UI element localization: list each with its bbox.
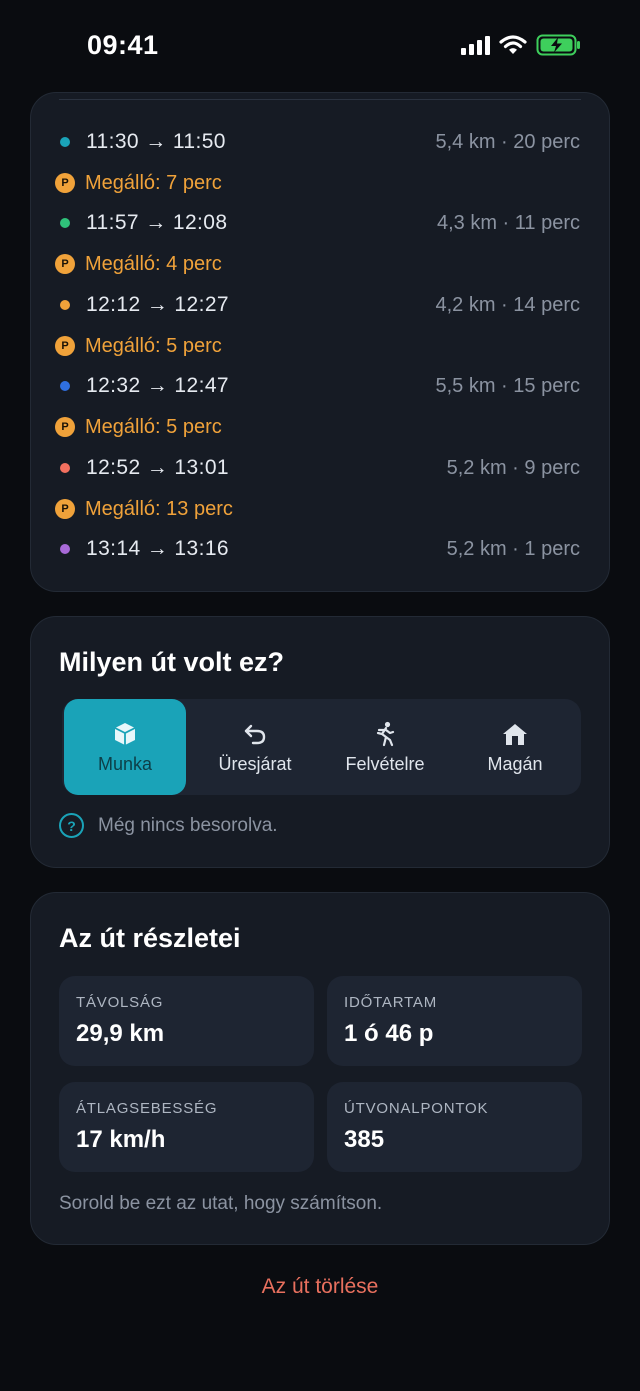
segment-distance-duration: 4,2 km · 14 perc	[435, 293, 580, 316]
parking-stop-icon: P	[55, 173, 75, 193]
delete-trip-button[interactable]: Az út törlése	[0, 1275, 640, 1299]
option-label: Magán	[487, 753, 543, 774]
trip-timeline-card: 11:30 → 11:50 5,4 km · 20 perc P Megálló:…	[30, 92, 610, 592]
timeline-segment: 11:57 → 12:08 4,3 km · 11 perc	[59, 203, 580, 243]
segment-color-dot	[60, 137, 70, 147]
stat-distance: TÁVOLSÁG 29,9 km	[59, 976, 314, 1066]
segment-distance-duration: 5,5 km · 15 perc	[435, 374, 580, 397]
segment-time: 13:14 → 13:16	[86, 537, 229, 560]
status-icons	[461, 34, 582, 56]
stop-label: Megálló: 5 perc	[85, 415, 222, 438]
stat-average-speed: ÁTLAGSEBESSÉG 17 km/h	[59, 1082, 314, 1172]
timeline-stop: P Megálló: 5 perc	[55, 407, 580, 447]
segment-time: 11:57 → 12:08	[86, 211, 228, 234]
stat-label: ÚTVONALPONTOK	[344, 1100, 489, 1117]
stat-value: 385	[344, 1126, 385, 1153]
battery-charging-icon	[536, 34, 580, 56]
stat-value: 29,9 km	[76, 1020, 165, 1047]
question-circle-icon: ?	[59, 813, 84, 838]
details-title: Az út részletei	[59, 923, 241, 953]
option-label: Üresjárat	[218, 753, 292, 774]
stat-value: 1 ó 46 p	[344, 1020, 434, 1047]
undo-arrow-icon	[242, 720, 268, 748]
trip-type-option-magan[interactable]: Magán	[454, 699, 576, 795]
trip-type-option-uresjarat[interactable]: Üresjárat	[194, 699, 316, 795]
timeline-segment: 13:14 → 13:16 5,2 km · 1 perc	[59, 529, 580, 569]
parking-stop-icon: P	[55, 254, 75, 274]
stop-label: Megálló: 13 perc	[85, 497, 233, 520]
timeline-stop: P Megálló: 13 perc	[55, 489, 580, 529]
timeline-stop: P Megálló: 7 perc	[55, 163, 580, 203]
trip-type-selector: Munka Üresjárat Felvételre Magán	[62, 699, 581, 795]
segment-distance-duration: 5,2 km · 1 perc	[446, 537, 580, 560]
hint-text: Még nincs besorolva.	[98, 814, 278, 836]
segment-color-dot	[60, 300, 70, 310]
trip-type-option-felvetelre[interactable]: Felvételre	[324, 699, 446, 795]
segment-time: 11:30 → 11:50	[86, 130, 226, 153]
stop-label: Megálló: 7 perc	[85, 171, 222, 194]
trip-type-option-munka[interactable]: Munka	[64, 699, 186, 795]
timeline-segment: 12:52 → 13:01 5,2 km · 9 perc	[59, 448, 580, 488]
divider	[59, 99, 581, 100]
timeline-stop: P Megálló: 4 perc	[55, 244, 580, 284]
segment-time: 12:52 → 13:01	[86, 456, 229, 479]
segment-color-dot	[60, 218, 70, 228]
box-icon	[112, 720, 138, 748]
segment-color-dot	[60, 463, 70, 473]
stat-duration: IDŐTARTAM 1 ó 46 p	[327, 976, 582, 1066]
wifi-icon	[499, 35, 527, 54]
stat-label: IDŐTARTAM	[344, 994, 438, 1011]
timeline-segment: 12:32 → 12:47 5,5 km · 15 perc	[59, 366, 580, 406]
stat-value: 17 km/h	[76, 1126, 166, 1153]
classification-hint: ? Még nincs besorolva.	[59, 813, 278, 838]
house-icon	[501, 720, 529, 748]
timeline-segment: 12:12 → 12:27 4,2 km · 14 perc	[59, 285, 580, 325]
option-label: Munka	[97, 753, 153, 774]
stat-waypoints: ÚTVONALPONTOK 385	[327, 1082, 582, 1172]
trip-details-card: Az út részletei TÁVOLSÁG 29,9 km IDŐTART…	[30, 892, 610, 1245]
timeline-stop: P Megálló: 5 perc	[55, 326, 580, 366]
option-label: Felvételre	[345, 753, 425, 774]
status-bar: 09:41	[0, 0, 640, 92]
stop-label: Megálló: 4 perc	[85, 252, 222, 275]
segment-color-dot	[60, 381, 70, 391]
stop-label: Megálló: 5 perc	[85, 334, 222, 357]
parking-stop-icon: P	[55, 336, 75, 356]
details-footnote: Sorold be ezt az utat, hogy számítson.	[59, 1193, 383, 1214]
parking-stop-icon: P	[55, 499, 75, 519]
parking-stop-icon: P	[55, 417, 75, 437]
segment-distance-duration: 5,2 km · 9 perc	[446, 456, 580, 479]
segment-distance-duration: 5,4 km · 20 perc	[435, 130, 580, 153]
segment-time: 12:12 → 12:27	[86, 293, 229, 316]
segment-distance-duration: 4,3 km · 11 perc	[436, 211, 580, 234]
stat-label: ÁTLAGSEBESSÉG	[76, 1100, 218, 1117]
trip-type-card: Milyen út volt ez? Munka Üresjárat Felvé…	[30, 616, 610, 868]
timeline-segment: 11:30 → 11:50 5,4 km · 20 perc	[59, 122, 580, 162]
segment-time: 12:32 → 12:47	[86, 374, 229, 397]
trip-type-title: Milyen út volt ez?	[59, 647, 285, 677]
status-time: 09:41	[87, 30, 159, 60]
segment-color-dot	[60, 544, 70, 554]
stat-label: TÁVOLSÁG	[76, 994, 164, 1011]
running-person-icon	[372, 720, 398, 748]
cellular-signal-icon	[461, 35, 490, 55]
